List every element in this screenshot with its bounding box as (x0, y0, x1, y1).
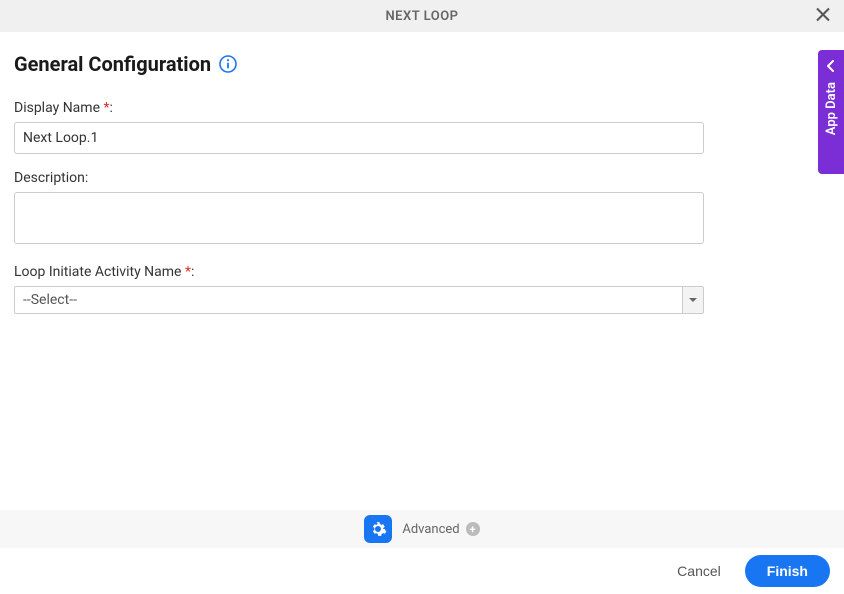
chevron-down-icon (689, 298, 697, 302)
advanced-toggle[interactable]: Advanced + (402, 522, 479, 537)
display-name-label: Display Name *: (14, 100, 830, 116)
chevron-left-icon (826, 60, 836, 76)
plus-icon: + (466, 522, 480, 536)
description-field: Description: (14, 170, 830, 248)
display-name-label-text: Display Name (14, 100, 100, 116)
display-name-input[interactable] (14, 122, 704, 154)
loop-initiate-select[interactable]: --Select-- (14, 286, 704, 314)
cancel-button[interactable]: Cancel (669, 555, 729, 587)
advanced-bar: Advanced + (0, 510, 844, 548)
select-value[interactable]: --Select-- (14, 286, 682, 314)
section-title-text: General Configuration (14, 52, 211, 76)
section-title: General Configuration (14, 52, 237, 76)
app-data-label: App Data (824, 82, 839, 135)
dialog-header: NEXT LOOP (0, 0, 844, 32)
gear-icon[interactable] (364, 515, 392, 543)
description-input[interactable] (14, 192, 704, 244)
info-icon[interactable] (219, 55, 237, 73)
label-colon: : (110, 100, 113, 116)
content-area: General Configuration Display Name *: De… (0, 32, 844, 314)
finish-button[interactable]: Finish (745, 555, 830, 587)
close-icon[interactable] (812, 2, 834, 31)
app-data-tab[interactable]: App Data (818, 50, 844, 174)
loop-initiate-label-text: Loop Initiate Activity Name (14, 264, 181, 280)
footer-actions: Cancel Finish (0, 548, 844, 594)
loop-initiate-label: Loop Initiate Activity Name *: (14, 264, 830, 280)
label-colon: : (191, 264, 194, 280)
description-label: Description: (14, 170, 830, 186)
select-dropdown-button[interactable] (682, 286, 704, 314)
advanced-label-text: Advanced (402, 522, 459, 537)
display-name-field: Display Name *: (14, 100, 830, 154)
loop-initiate-field: Loop Initiate Activity Name *: --Select-… (14, 264, 830, 314)
dialog-title: NEXT LOOP (0, 9, 844, 24)
